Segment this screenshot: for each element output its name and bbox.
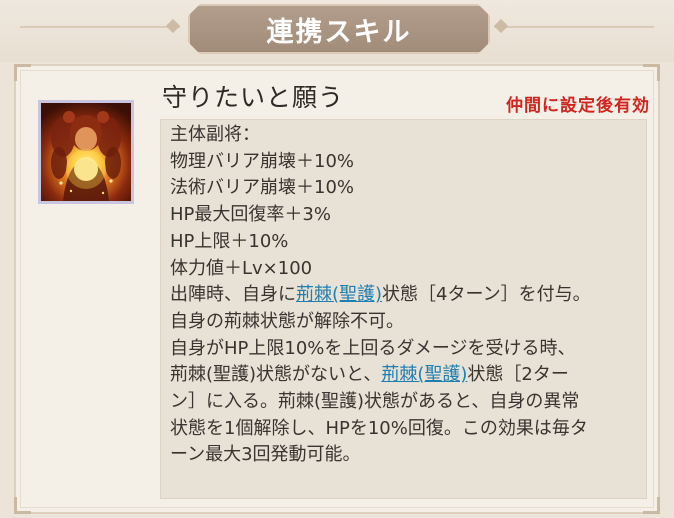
description-line: 荊棘(聖護)状態がないと、荊棘(聖護)状態［2ター xyxy=(170,362,644,389)
status-link-thorns[interactable]: 荊棘(聖護) xyxy=(296,284,382,305)
skill-activation-condition: 仲間に設定後有効 xyxy=(506,96,650,116)
banner-ornament-right xyxy=(493,18,509,34)
panel-corner-ornament xyxy=(643,497,660,514)
panel-corner-ornament xyxy=(14,497,31,514)
banner-divider-right xyxy=(494,26,654,28)
description-buff-hp-recovery: HP最大回復率＋3% xyxy=(170,204,331,226)
banner-ornament-left xyxy=(165,18,181,34)
panel-corner-ornament xyxy=(14,64,31,81)
description-buff-magic-barrier: 法術バリア崩壊＋10% xyxy=(170,177,355,199)
description-buff-physical-barrier: 物理バリア崩壊＋10% xyxy=(170,150,355,172)
praying-girl-light-icon xyxy=(38,100,134,204)
description-text: 状態［4ターン］を付与。 xyxy=(382,284,591,306)
description-text: 出陣時、自身に xyxy=(170,284,296,306)
description-text: 荊棘(聖護)状態がないと、 xyxy=(170,364,382,386)
header-area: 連携スキル xyxy=(0,0,674,62)
description-line: ン］に入る。荊棘(聖護)状態があると、自身の異常 xyxy=(170,391,580,413)
status-link-thorns[interactable]: 荊棘(聖護) xyxy=(381,364,467,385)
skill-icon-art xyxy=(51,111,121,201)
description-line: 出陣時、自身に荊棘(聖護)状態［4ターン］を付与。 xyxy=(170,282,644,309)
description-line: 自身の荊棘状態が解除不可。 xyxy=(170,310,404,332)
description-text: 状態［2ター xyxy=(467,364,569,386)
description-line: 状態を1個解除し、HPを10%回復。この効果は毎タ xyxy=(170,417,588,439)
description-line: 自身がHP上限10%を上回るダメージを受ける時、 xyxy=(170,337,576,359)
skill-description: 主体副将： 物理バリア崩壊＋10% 法術バリア崩壊＋10% HP最大回復率＋3%… xyxy=(170,122,644,469)
section-title: 連携スキル xyxy=(266,16,412,48)
description-buff-stamina: 体力値＋Lv×100 xyxy=(170,257,313,279)
section-banner: 連携スキル xyxy=(188,4,490,54)
banner-divider-left xyxy=(20,26,180,28)
description-target: 主体副将： xyxy=(170,124,260,145)
description-line: ーン最大3回発動可能。 xyxy=(170,444,361,466)
skill-name: 守りたいと願う xyxy=(162,83,345,112)
description-buff-hp-max: HP上限＋10% xyxy=(170,230,289,252)
panel-corner-ornament xyxy=(643,64,660,81)
